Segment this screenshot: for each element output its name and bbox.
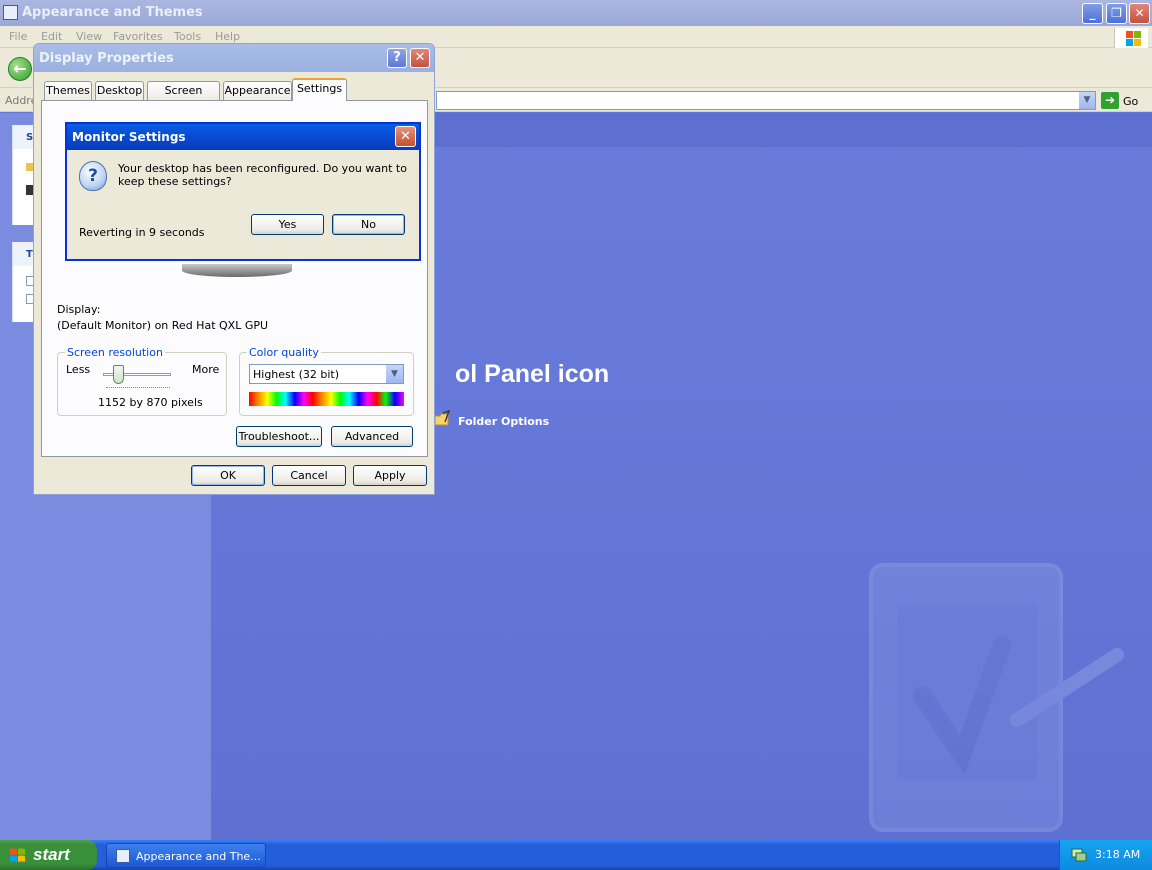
- address-input[interactable]: ▼: [436, 91, 1096, 110]
- color-quality-title: Color quality: [247, 346, 321, 359]
- dialog-title: Display Properties: [39, 51, 174, 66]
- monitor-settings-title: Monitor Settings: [72, 130, 186, 144]
- clock[interactable]: 3:18 AM: [1095, 848, 1140, 861]
- restore-icon[interactable]: ❐: [1106, 3, 1127, 24]
- chevron-down-icon[interactable]: ▼: [1079, 92, 1095, 109]
- menu-view[interactable]: View: [76, 30, 102, 43]
- troubleshoot-button[interactable]: Troubleshoot...: [236, 426, 322, 447]
- close-icon[interactable]: ✕: [395, 126, 416, 147]
- help-icon[interactable]: ?: [387, 48, 407, 68]
- monitor-preview: [182, 264, 292, 277]
- question-icon: ?: [79, 161, 107, 191]
- tab-screen-saver[interactable]: Screen Saver: [147, 81, 220, 115]
- apply-button[interactable]: Apply: [353, 465, 427, 486]
- monitor-settings-message: Your desktop has been reconfigured. Do y…: [118, 162, 407, 188]
- tab-appearance[interactable]: Appearance: [223, 81, 292, 101]
- taskbar-item-label: Appearance and The...: [136, 850, 261, 863]
- taskbar: start Appearance and The... 3:18 AM: [0, 840, 1152, 870]
- start-label: start: [33, 845, 70, 864]
- ok-button[interactable]: OK: [191, 465, 265, 486]
- folder-options-icon[interactable]: [433, 410, 451, 428]
- tab-desktop[interactable]: Desktop: [95, 81, 144, 101]
- tab-themes[interactable]: Themes: [44, 81, 92, 101]
- back-arrow-icon[interactable]: ←: [8, 57, 32, 81]
- network-icon[interactable]: [1071, 847, 1087, 863]
- screen-resolution-group: Screen resolution Less More 1152 by 870 …: [57, 346, 227, 416]
- minimize-icon[interactable]: _: [1082, 3, 1103, 24]
- go-arrow-icon[interactable]: ➔: [1101, 92, 1119, 109]
- window-icon: [116, 849, 130, 863]
- resolution-slider[interactable]: [113, 365, 124, 384]
- tab-settings[interactable]: Settings: [292, 78, 347, 101]
- advanced-button[interactable]: Advanced: [331, 426, 413, 447]
- color-quality-value: Highest (32 bit): [253, 368, 340, 381]
- menu-help[interactable]: Help: [215, 30, 240, 43]
- display-properties-dialog: Display Properties ? ✕ Themes Desktop Sc…: [33, 43, 435, 495]
- start-button[interactable]: start: [0, 840, 97, 870]
- display-properties-titlebar: Display Properties ? ✕: [34, 44, 434, 72]
- monitor-settings-titlebar: Monitor Settings ✕: [67, 124, 419, 150]
- more-label: More: [192, 363, 220, 376]
- go-button[interactable]: Go: [1123, 95, 1138, 108]
- windows-flag-icon: [10, 848, 25, 862]
- windows-logo-icon: [1114, 28, 1148, 48]
- control-panel-watermark-icon: [869, 563, 1124, 832]
- monitor-settings-dialog: Monitor Settings ✕ ? Your desktop has be…: [65, 122, 421, 261]
- display-value: (Default Monitor) on Red Hat QXL GPU: [57, 319, 269, 332]
- no-button[interactable]: No: [332, 214, 405, 235]
- explorer-title: Appearance and Themes: [22, 5, 203, 20]
- close-icon[interactable]: ✕: [1129, 3, 1150, 24]
- menu-file[interactable]: File: [9, 30, 27, 43]
- resolution-value: 1152 by 870 pixels: [98, 396, 203, 409]
- menu-edit[interactable]: Edit: [41, 30, 62, 43]
- explorer-titlebar: Appearance and Themes _ ❐ ✕: [0, 0, 1152, 26]
- color-quality-select[interactable]: Highest (32 bit) ▼: [249, 364, 404, 384]
- taskbar-item-appearance[interactable]: Appearance and The...: [106, 843, 266, 868]
- chevron-down-icon[interactable]: ▼: [386, 365, 403, 383]
- system-tray: 3:18 AM: [1059, 840, 1152, 870]
- cancel-button[interactable]: Cancel: [272, 465, 346, 486]
- color-spectrum: [249, 392, 404, 406]
- window-icon: [3, 5, 18, 20]
- page-heading: ol Panel icon: [455, 360, 610, 388]
- folder-options-link[interactable]: Folder Options: [458, 415, 549, 428]
- slider-ticks: [106, 387, 170, 390]
- display-label: Display:: [57, 303, 101, 316]
- revert-countdown: Reverting in 9 seconds: [79, 226, 205, 239]
- yes-button[interactable]: Yes: [251, 214, 324, 235]
- screen-resolution-title: Screen resolution: [65, 346, 165, 359]
- less-label: Less: [66, 363, 91, 376]
- menu-favorites[interactable]: Favorites: [113, 30, 163, 43]
- color-quality-group: Color quality Highest (32 bit) ▼: [239, 346, 414, 416]
- menu-tools[interactable]: Tools: [174, 30, 201, 43]
- close-icon[interactable]: ✕: [410, 48, 430, 68]
